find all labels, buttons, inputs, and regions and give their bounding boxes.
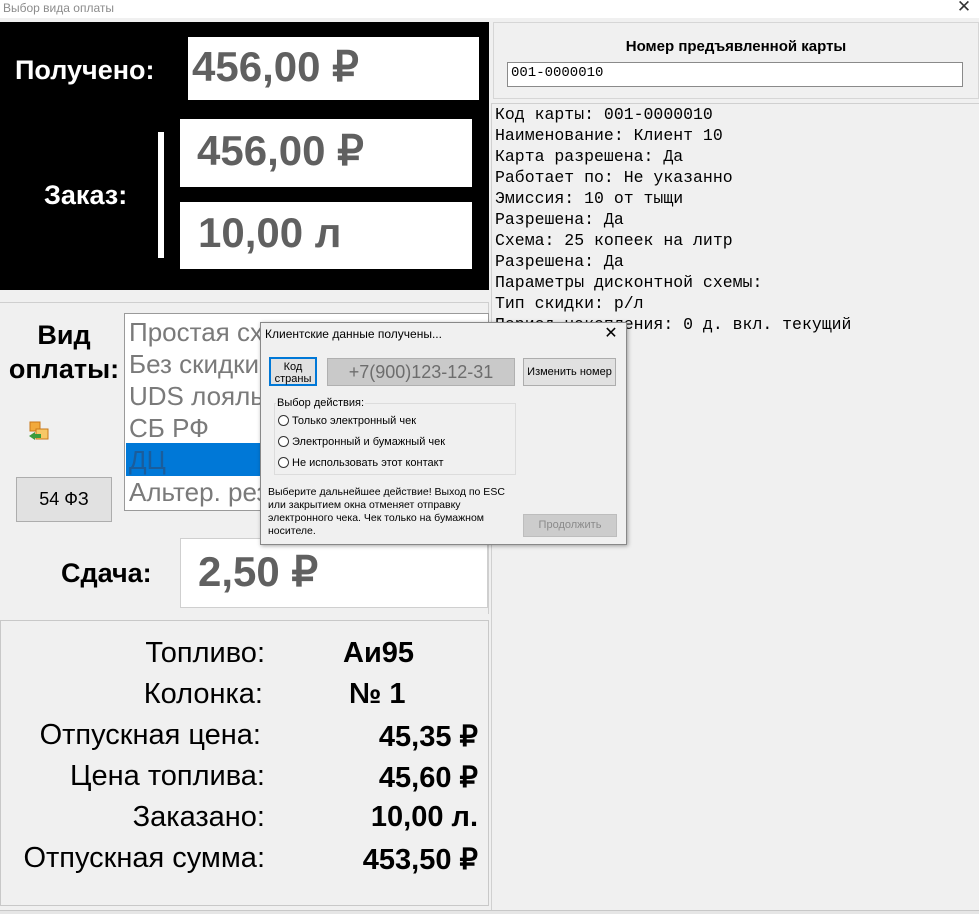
card-info-line: Эмиссия: 10 от тыщи: [495, 189, 684, 208]
phone-field[interactable]: +7(900)123-12-31: [327, 358, 515, 386]
card-info-line: Схема: 25 копеек на литр: [495, 231, 733, 250]
window-title: Выбор вида оплаты: [3, 1, 114, 15]
card-info-line: Работает по: Не указанно: [495, 168, 733, 187]
sale-sum-label: Отпускная сумма:: [23, 842, 265, 874]
54fz-button[interactable]: 54 ФЗ: [16, 477, 112, 522]
radio-electronic-only[interactable]: [278, 415, 289, 426]
received-label: Получено:: [15, 55, 155, 85]
fuel-price-value: 45,60 ₽: [378, 762, 478, 794]
order-label: Заказ:: [44, 180, 128, 210]
dialog-close-icon[interactable]: ✕: [600, 324, 622, 344]
payment-type-label-line2: оплаты:: [8, 354, 120, 384]
card-info-line: Разрешена: Да: [495, 210, 624, 229]
card-info-line: Карта разрешена: Да: [495, 147, 684, 166]
fuel-type-label: Топливо:: [145, 637, 265, 669]
received-value: 456,00 ₽: [192, 43, 359, 90]
card-info-line: Разрешена: Да: [495, 252, 624, 271]
change-value: 2,50 ₽: [198, 548, 319, 595]
change-box: 2,50 ₽: [180, 538, 488, 608]
sale-price-value: 45,35 ₽: [378, 721, 478, 753]
dialog-note: Выберите дальнейшее действие! Выход по E…: [268, 486, 505, 537]
received-box: 456,00 ₽: [188, 37, 479, 100]
change-number-button[interactable]: Изменить номер: [523, 358, 616, 386]
status-strip: [0, 910, 979, 914]
order-amount-value: 456,00 ₽: [197, 127, 364, 174]
continue-button[interactable]: Продолжить: [523, 514, 617, 537]
order-volume-box: 10,00 л: [180, 202, 472, 269]
radio-do-not-use-label[interactable]: Не использовать этот контакт: [292, 457, 444, 469]
card-number-input[interactable]: 001-0000010: [507, 62, 963, 87]
payment-option[interactable]: Без скидки: [129, 349, 259, 380]
ordered-value: 10,00 л.: [370, 801, 478, 833]
card-info-line: Код карты: 001-0000010: [495, 105, 713, 124]
payment-type-label-line1: Вид: [37, 320, 91, 350]
country-code-line2: страны: [274, 373, 312, 385]
radio-electronic-and-paper-label[interactable]: Электронный и бумажный чек: [292, 436, 445, 448]
change-label: Сдача:: [61, 558, 152, 588]
dialog-title: Клиентские данные получены...: [265, 327, 442, 341]
action-group-title: Выбор действия:: [276, 397, 366, 409]
pump-label: Колонка:: [143, 678, 263, 710]
radio-electronic-only-label[interactable]: Только электронный чек: [292, 415, 416, 427]
window-close-icon[interactable]: ✕: [952, 0, 976, 17]
radio-electronic-and-paper[interactable]: [278, 436, 289, 447]
payment-option-selected[interactable]: ДЦ: [129, 445, 166, 476]
country-code-button[interactable]: Код страны: [269, 357, 317, 386]
fuel-price-label: Цена топлива:: [70, 760, 265, 792]
sale-sum-value: 453,50 ₽: [362, 844, 478, 876]
payment-option[interactable]: СБ РФ: [129, 413, 209, 444]
return-arrow-icon[interactable]: [27, 420, 51, 442]
card-info-line: Параметры дисконтной схемы:: [495, 273, 763, 292]
order-amount-box: 456,00 ₽: [180, 119, 472, 187]
title-bar: [0, 0, 979, 18]
fuel-type-value: Аи95: [343, 637, 415, 669]
country-code-line1: Код: [283, 361, 303, 373]
pump-value: № 1: [349, 678, 406, 710]
ordered-label: Заказано:: [132, 801, 265, 833]
payment-type-label: Вид оплаты:: [0, 318, 128, 386]
radio-do-not-use[interactable]: [278, 457, 289, 468]
card-header: Номер предъявленной карты: [625, 38, 847, 55]
order-volume-value: 10,00 л: [198, 209, 342, 256]
card-panel: [493, 22, 979, 99]
card-info-line: Наименование: Клиент 10: [495, 126, 723, 145]
order-bracket: [158, 132, 164, 258]
sale-price-label: Отпускная цена:: [39, 719, 261, 751]
card-info-line: Тип скидки: р/л: [495, 294, 644, 313]
